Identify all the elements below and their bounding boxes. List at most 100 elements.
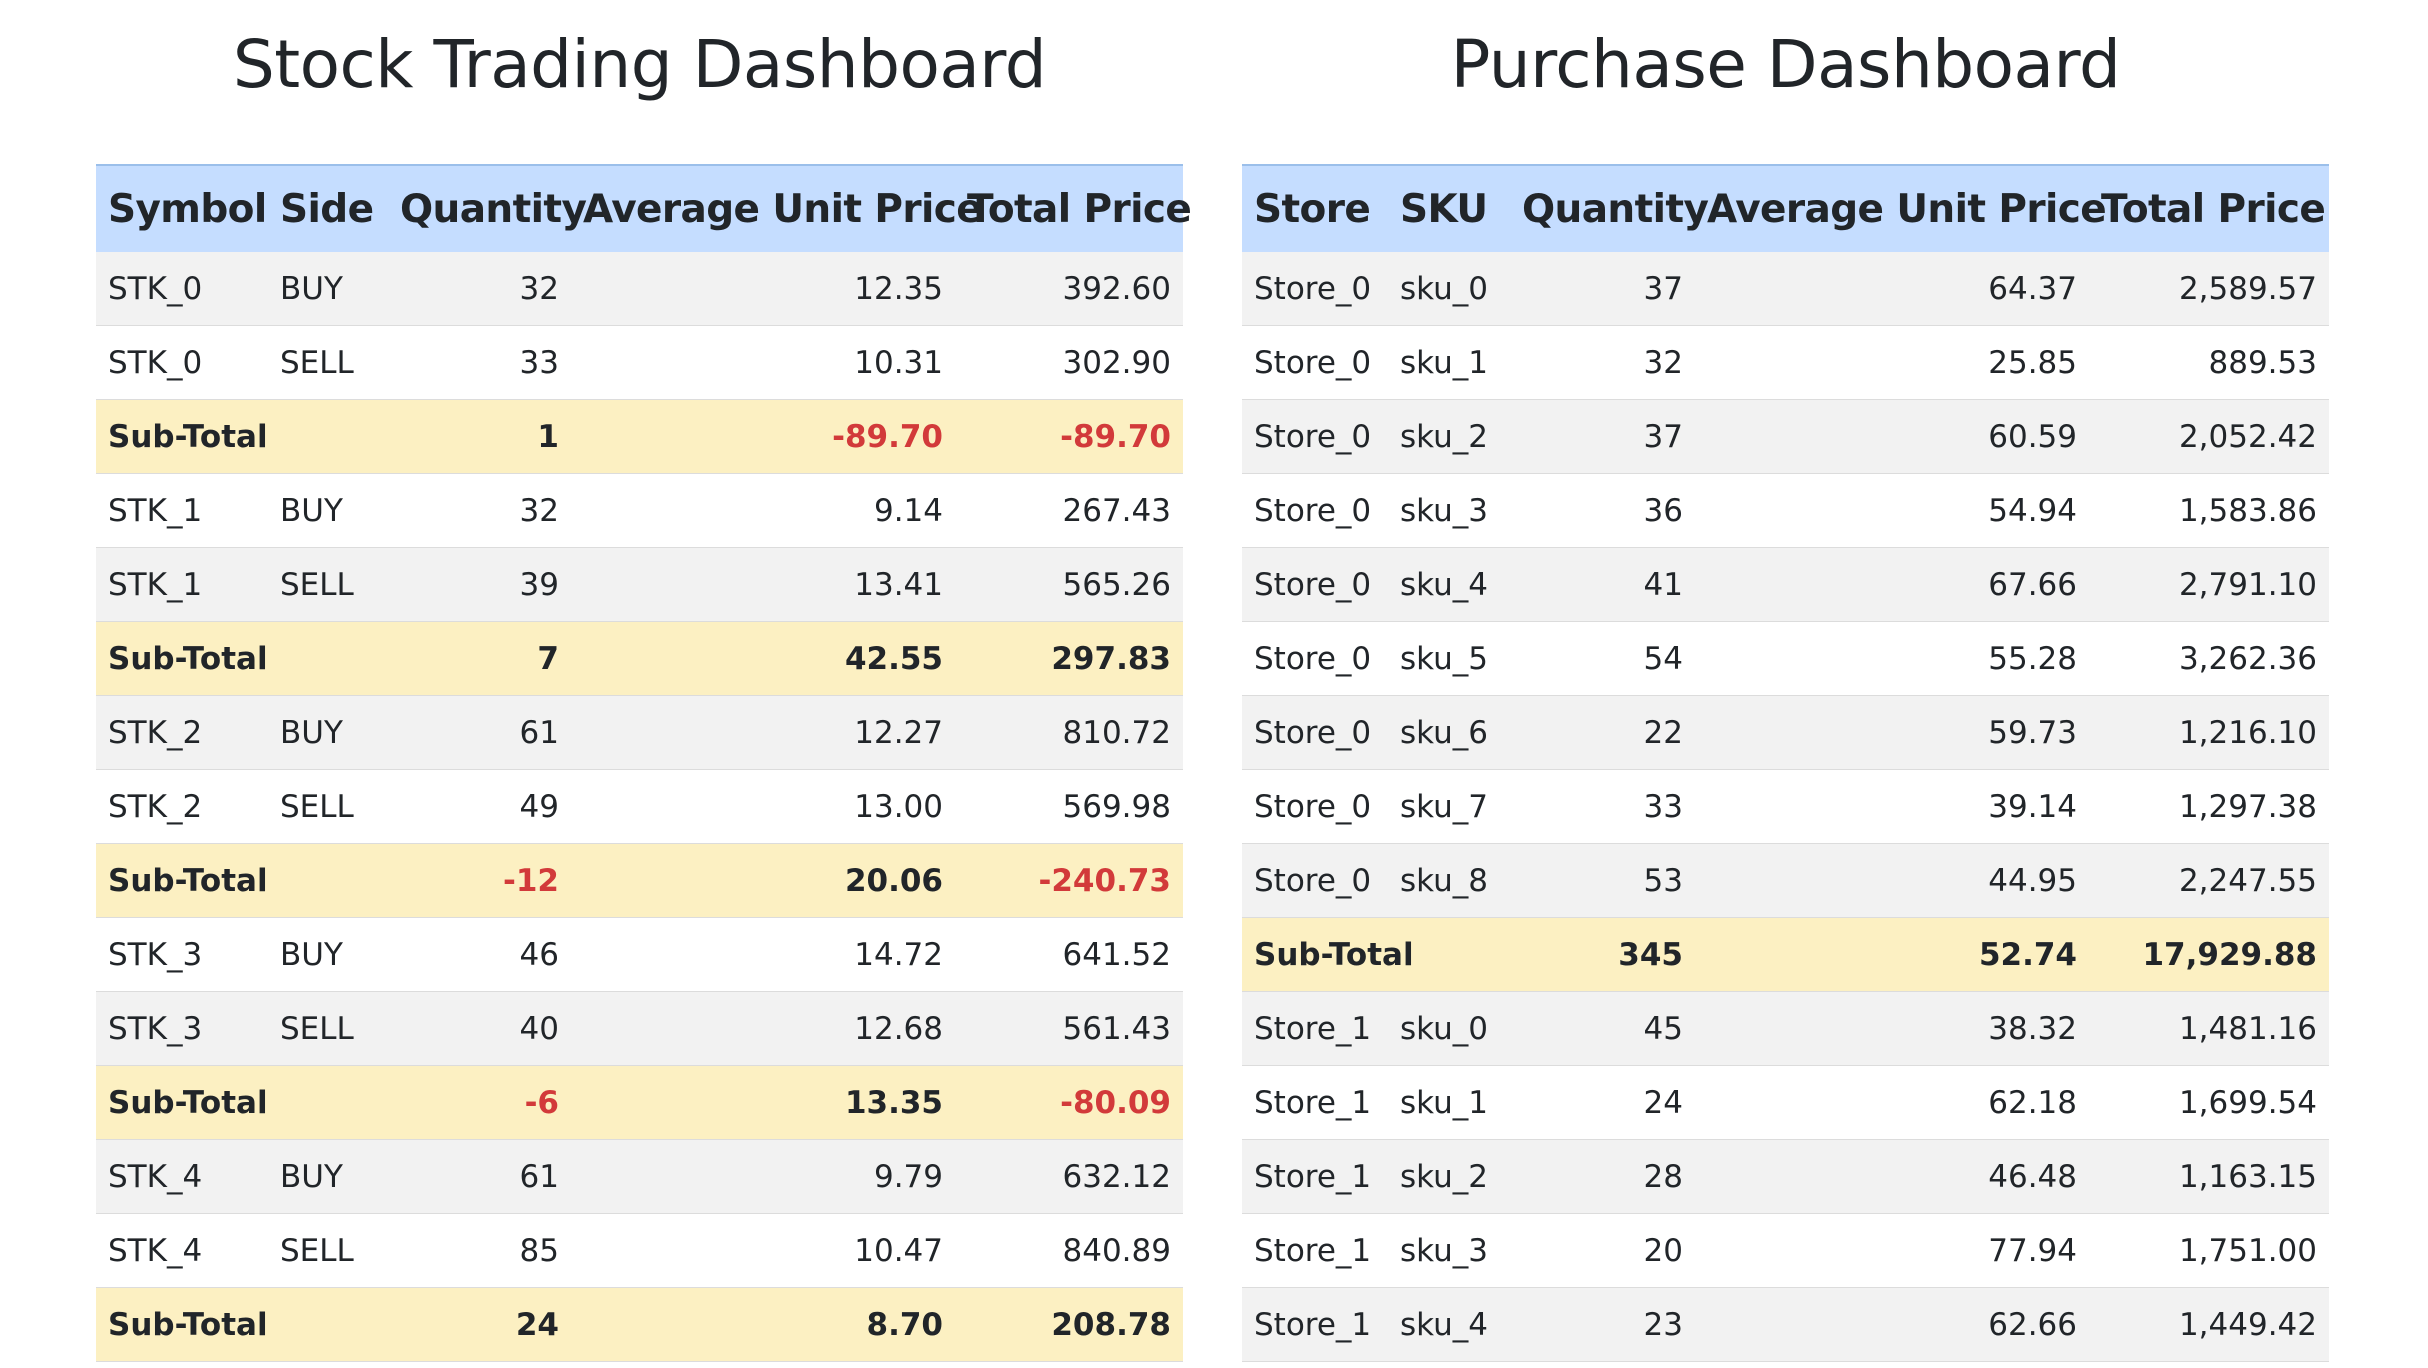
cell-symbol: STK_0 <box>96 252 268 326</box>
cell-symbol: STK_1 <box>96 547 268 622</box>
cell-average-unit-price: 10.31 <box>571 325 955 400</box>
stock-dashboard-title: Stock Trading Dashboard <box>232 26 1047 103</box>
cell-total-price: 632.12 <box>955 1139 1183 1214</box>
cell-total-price: 1,751.00 <box>2089 1213 2329 1288</box>
cell-average-unit-price: 8.70 <box>571 1287 955 1362</box>
cell-quantity: 49 <box>388 769 571 844</box>
cell-average-unit-price: 13.35 <box>571 1065 955 1140</box>
cell-sku: sku_6 <box>1388 695 1510 770</box>
cell-sku: sku_1 <box>1388 325 1510 400</box>
cell-quantity: 1 <box>388 399 571 474</box>
cell-store: Store_1 <box>1242 1065 1388 1140</box>
cell-side: BUY <box>268 1139 388 1214</box>
cell-symbol: Sub-Total <box>96 1287 268 1362</box>
cell-quantity: 28 <box>1510 1139 1695 1214</box>
column-header-total-price[interactable]: Total Price <box>955 165 1192 252</box>
cell-total-price: 840.89 <box>955 1213 1183 1288</box>
cell-quantity: -6 <box>388 1065 571 1140</box>
cell-store: Store_0 <box>1242 769 1388 844</box>
cell-total-price: 889.53 <box>2089 325 2329 400</box>
cell-side <box>268 1287 388 1362</box>
column-header-average-unit-price[interactable]: Average Unit Price <box>1695 165 2107 252</box>
cell-symbol: Sub-Total <box>96 399 268 474</box>
column-header-total-price[interactable]: Total Price <box>2089 165 2329 252</box>
stock-trading-panel: Stock Trading Dashboard Symbol Side Quan… <box>96 0 1192 1362</box>
cell-average-unit-price: 20.06 <box>571 843 955 918</box>
cell-average-unit-price: 67.66 <box>1695 547 2089 622</box>
cell-average-unit-price: 13.41 <box>571 547 955 622</box>
cell-sku: sku_4 <box>1388 1287 1510 1362</box>
cell-quantity: 32 <box>388 473 571 548</box>
cell-quantity: 37 <box>1510 399 1695 474</box>
cell-average-unit-price: 62.66 <box>1695 1287 2089 1362</box>
subtotal-row: Sub-Total 1 -89.70 -89.70 <box>96 399 1183 474</box>
column-header-average-unit-price[interactable]: Average Unit Price <box>571 165 983 252</box>
column-header-sku[interactable]: SKU <box>1388 165 1510 252</box>
cell-average-unit-price: 64.37 <box>1695 252 2089 326</box>
cell-total-price: -80.09 <box>955 1065 1183 1140</box>
cell-side: SELL <box>268 1213 388 1288</box>
stock-trading-table: Symbol Side Quantity Average Unit Price … <box>96 164 1192 1362</box>
cell-average-unit-price: 55.28 <box>1695 621 2089 696</box>
cell-store: Store_0 <box>1242 621 1388 696</box>
cell-quantity: 40 <box>388 991 571 1066</box>
column-header-quantity[interactable]: Quantity <box>388 165 587 252</box>
cell-side <box>268 621 388 696</box>
cell-total-price: 1,481.16 <box>2089 991 2329 1066</box>
cell-average-unit-price: 60.59 <box>1695 399 2089 474</box>
cell-sku: sku_3 <box>1388 473 1510 548</box>
cell-total-price: 2,247.55 <box>2089 843 2329 918</box>
cell-quantity: 23 <box>1510 1287 1695 1362</box>
cell-average-unit-price: 10.47 <box>571 1213 955 1288</box>
cell-average-unit-price: 12.27 <box>571 695 955 770</box>
table-row: STK_2 SELL 49 13.00 569.98 <box>96 769 1183 844</box>
column-header-quantity[interactable]: Quantity <box>1510 165 1709 252</box>
cell-average-unit-price: 12.68 <box>571 991 955 1066</box>
cell-quantity: 33 <box>388 325 571 400</box>
table-row: STK_4 SELL 85 10.47 840.89 <box>96 1213 1183 1288</box>
header-row: Symbol Side Quantity Average Unit Price … <box>96 165 1192 252</box>
cell-total-price: 1,297.38 <box>2089 769 2329 844</box>
table-row: STK_0 SELL 33 10.31 302.90 <box>96 325 1183 400</box>
cell-symbol: STK_3 <box>96 917 268 992</box>
cell-quantity: 32 <box>1510 325 1695 400</box>
table-row: Store_0 sku_0 37 64.37 2,589.57 <box>1242 252 2329 326</box>
column-header-store[interactable]: Store <box>1242 165 1388 252</box>
cell-total-price: -89.70 <box>955 399 1183 474</box>
cell-total-price: 1,449.42 <box>2089 1287 2329 1362</box>
cell-sku: sku_3 <box>1388 1213 1510 1288</box>
cell-quantity: 41 <box>1510 547 1695 622</box>
cell-total-price: 267.43 <box>955 473 1183 548</box>
cell-total-price: 1,699.54 <box>2089 1065 2329 1140</box>
cell-average-unit-price: 14.72 <box>571 917 955 992</box>
cell-side: BUY <box>268 252 388 326</box>
purchase-table: Store SKU Quantity Average Unit Price To… <box>1242 164 2329 1362</box>
stock-table-body: STK_0 BUY 32 12.35 392.60 STK_0 SELL 33 10.31 302… <box>96 252 1183 1362</box>
table-row: Store_0 sku_5 54 55.28 3,262.36 <box>1242 621 2329 696</box>
cell-total-price: 810.72 <box>955 695 1183 770</box>
cell-sku: sku_1 <box>1388 1065 1510 1140</box>
cell-side: BUY <box>268 473 388 548</box>
cell-sku: sku_0 <box>1388 252 1510 326</box>
cell-symbol: Sub-Total <box>96 1065 268 1140</box>
cell-quantity: 46 <box>388 917 571 992</box>
cell-symbol: STK_2 <box>96 769 268 844</box>
cell-quantity: 61 <box>388 695 571 770</box>
cell-average-unit-price: 52.74 <box>1695 917 2089 992</box>
cell-total-price: 1,163.15 <box>2089 1139 2329 1214</box>
table-row: STK_2 BUY 61 12.27 810.72 <box>96 695 1183 770</box>
cell-quantity: 53 <box>1510 843 1695 918</box>
cell-store: Store_1 <box>1242 1213 1388 1288</box>
cell-side: SELL <box>268 991 388 1066</box>
column-header-symbol[interactable]: Symbol <box>96 165 268 252</box>
cell-side <box>268 399 388 474</box>
cell-quantity: 45 <box>1510 991 1695 1066</box>
cell-side: SELL <box>268 325 388 400</box>
cell-sku: sku_2 <box>1388 399 1510 474</box>
subtotal-row: Sub-Total 7 42.55 297.83 <box>96 621 1183 696</box>
column-header-side[interactable]: Side <box>268 165 388 252</box>
cell-total-price: 565.26 <box>955 547 1183 622</box>
purchase-panel: Purchase Dashboard Store SKU Quantity Av… <box>1242 0 2329 1362</box>
cell-total-price: 297.83 <box>955 621 1183 696</box>
cell-quantity: 36 <box>1510 473 1695 548</box>
